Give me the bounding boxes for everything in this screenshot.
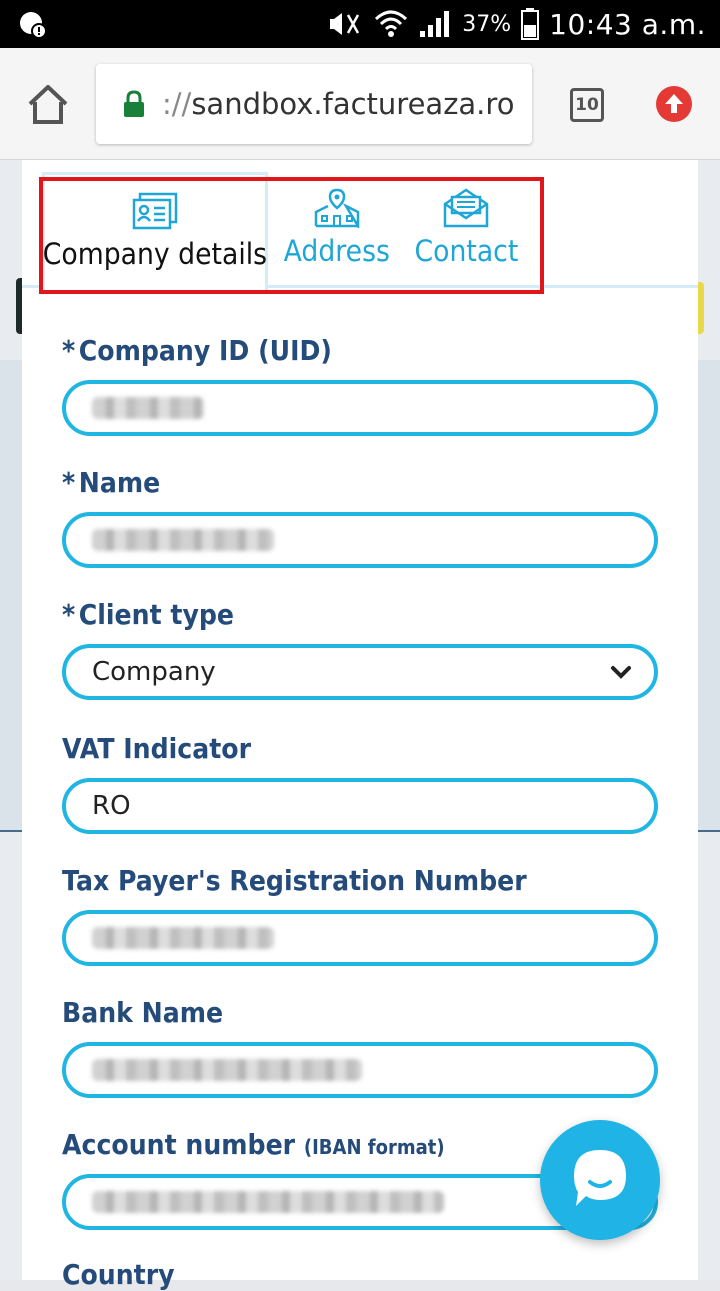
vat-indicator-value: RO (92, 791, 131, 821)
bank-name-label: Bank Name (62, 996, 224, 1029)
clock: 10:43 a.m. (549, 7, 706, 41)
wifi-icon (375, 10, 408, 37)
iban-format-hint: (IBAN format) (303, 1135, 445, 1159)
vat-indicator-label: VAT Indicator (62, 732, 252, 765)
tax-payer-registration-label: Tax Payer's Registration Number (62, 864, 527, 897)
tab-switcher-button[interactable]: 10 (570, 88, 604, 122)
company-id-input[interactable] (62, 380, 658, 436)
tab-company-details[interactable]: Company details (42, 172, 268, 291)
client-type-value: Company (92, 657, 216, 687)
battery-percent: 37% (462, 11, 512, 37)
status-bar: 37% 10:43 a.m. (0, 0, 720, 48)
battery-icon (521, 8, 540, 40)
name-label: * Name (62, 466, 161, 499)
redacted-value (92, 397, 204, 419)
bank-name-input[interactable] (62, 1042, 658, 1098)
mute-icon (330, 13, 360, 35)
redacted-value (92, 1059, 362, 1081)
signal-icon (420, 11, 450, 37)
country-label: Country (62, 1258, 175, 1291)
client-form-modal: Company details Address Contact * Compan… (22, 160, 698, 1291)
tab-address[interactable]: Address (278, 172, 396, 288)
tab-contact[interactable]: Contact (410, 172, 522, 288)
redacted-value (92, 529, 274, 551)
vat-indicator-input[interactable]: RO (62, 778, 658, 834)
lock-icon (124, 90, 144, 117)
location-building-icon (314, 188, 360, 228)
chat-button[interactable] (540, 1120, 660, 1240)
name-input[interactable] (62, 512, 658, 568)
form-tabs: Company details Address Contact (22, 172, 698, 291)
chevron-down-icon (611, 666, 631, 679)
tax-payer-registration-input[interactable] (62, 910, 658, 966)
tab-label: Company details (42, 237, 268, 271)
id-card-icon (132, 192, 178, 230)
chat-bubble-icon (574, 1150, 626, 1206)
company-id-label: * Company ID (UID) (62, 334, 332, 367)
client-type-select[interactable]: Company (62, 644, 658, 700)
account-number-label: Account number (IBAN format) (62, 1128, 445, 1161)
tab-label: Contact (414, 234, 518, 268)
redacted-value (92, 927, 274, 949)
address-bar[interactable]: ://sandbox.factureaza.ro (96, 64, 532, 144)
client-type-label: * Client type (62, 598, 235, 631)
browser-toolbar: ://sandbox.factureaza.ro 10 (0, 48, 720, 160)
home-icon[interactable] (24, 82, 72, 126)
url-text: ://sandbox.factureaza.ro (162, 87, 515, 121)
tab-label: Address (283, 234, 391, 268)
redacted-value (92, 1191, 444, 1213)
notification-icon (20, 12, 47, 39)
envelope-icon (443, 188, 489, 228)
update-icon[interactable] (656, 86, 692, 122)
